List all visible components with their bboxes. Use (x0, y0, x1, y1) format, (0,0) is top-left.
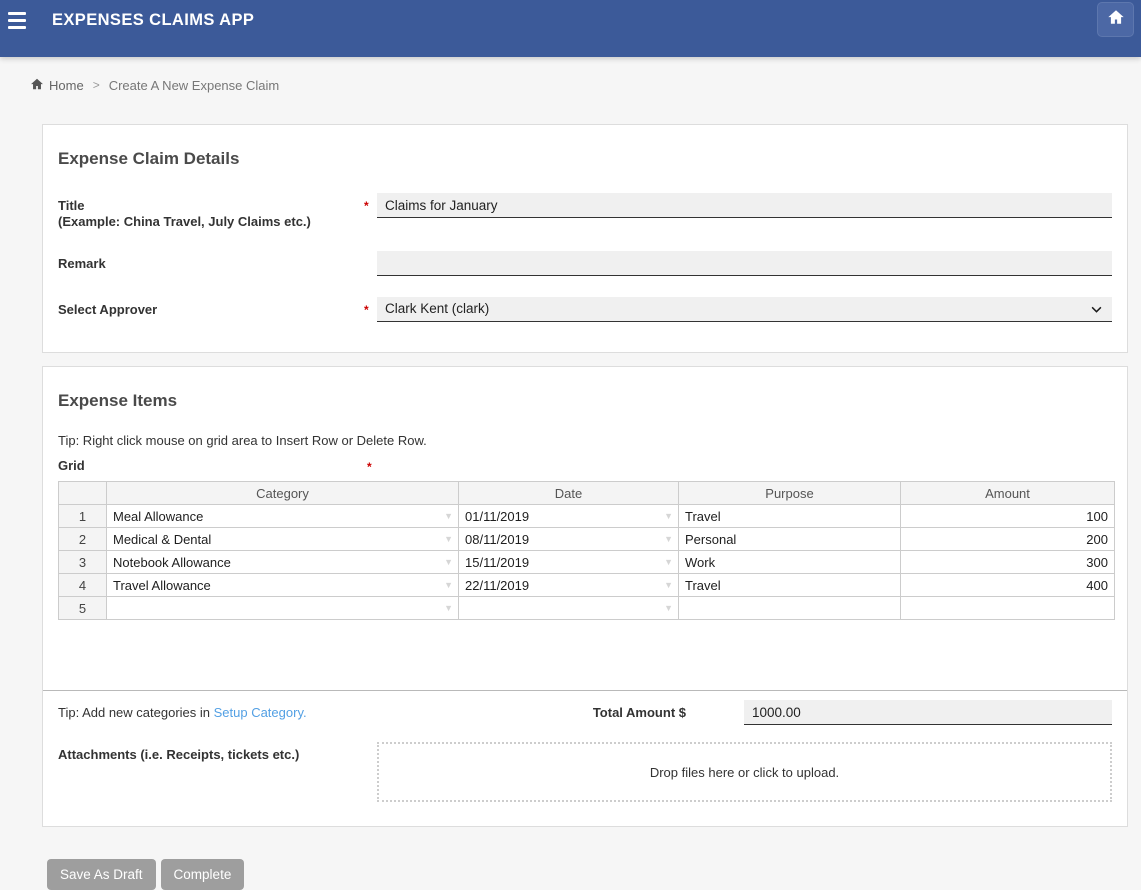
breadcrumb-current-page: Create A New Expense Claim (109, 78, 280, 93)
title-input[interactable] (377, 193, 1112, 218)
amount-cell[interactable]: 100 (901, 505, 1115, 528)
table-row: 4 Travel Allowance▼ 22/11/2019▼ Travel 4… (59, 574, 1115, 597)
remark-label: Remark (58, 251, 364, 272)
grid-header-purpose: Purpose (679, 482, 901, 505)
date-cell[interactable]: 08/11/2019▼ (459, 528, 679, 551)
breadcrumb-home-link[interactable]: Home (30, 77, 84, 94)
title-field-row: Title (Example: China Travel, July Claim… (58, 193, 1112, 230)
table-row: 5 ▼ ▼ (59, 597, 1115, 620)
purpose-cell[interactable]: Work (679, 551, 901, 574)
grid-header-date: Date (459, 482, 679, 505)
top-navbar: EXPENSES CLAIMS APP (0, 0, 1141, 57)
expense-items-card: Expense Items Tip: Right click mouse on … (42, 366, 1128, 827)
navbar-home-button[interactable] (1097, 2, 1134, 37)
category-cell[interactable]: Meal Allowance▼ (107, 505, 459, 528)
category-cell[interactable]: Travel Allowance▼ (107, 574, 459, 597)
breadcrumb-separator: > (93, 78, 100, 92)
row-number: 5 (59, 597, 107, 620)
category-cell[interactable]: ▼ (107, 597, 459, 620)
approver-label: Select Approver (58, 297, 364, 318)
grid-header-amount: Amount (901, 482, 1115, 505)
items-heading: Expense Items (58, 391, 1112, 411)
dropdown-arrow-icon: ▼ (444, 603, 453, 613)
table-row: 2 Medical & Dental▼ 08/11/2019▼ Personal… (59, 528, 1115, 551)
date-cell[interactable]: 22/11/2019▼ (459, 574, 679, 597)
date-cell[interactable]: 15/11/2019▼ (459, 551, 679, 574)
table-row: 3 Notebook Allowance▼ 15/11/2019▼ Work 3… (59, 551, 1115, 574)
row-number: 2 (59, 528, 107, 551)
grid-header-rownum (59, 482, 107, 505)
row-number: 1 (59, 505, 107, 528)
home-icon (1107, 8, 1125, 31)
amount-cell[interactable]: 200 (901, 528, 1115, 551)
table-row: 1 Meal Allowance▼ 01/11/2019▼ Travel 100 (59, 505, 1115, 528)
row-number: 4 (59, 574, 107, 597)
title-label: Title (Example: China Travel, July Claim… (58, 193, 364, 230)
purpose-cell[interactable] (679, 597, 901, 620)
dropdown-arrow-icon: ▼ (664, 511, 673, 521)
save-as-draft-button[interactable]: Save As Draft (47, 859, 156, 890)
setup-category-tip: Tip: Add new categories in Setup Categor… (58, 705, 593, 720)
date-cell[interactable]: 01/11/2019▼ (459, 505, 679, 528)
total-amount-input[interactable] (744, 700, 1112, 725)
approver-select[interactable]: Clark Kent (clark) (377, 297, 1112, 322)
grid-header-category: Category (107, 482, 459, 505)
amount-cell[interactable]: 300 (901, 551, 1115, 574)
amount-cell[interactable] (901, 597, 1115, 620)
file-upload-dropzone[interactable]: Drop files here or click to upload. (377, 742, 1112, 802)
approver-field-row: Select Approver * Clark Kent (clark) (58, 297, 1112, 322)
grid-tip-text: Tip: Right click mouse on grid area to I… (58, 433, 1112, 449)
attachments-label: Attachments (i.e. Receipts, tickets etc.… (58, 742, 377, 763)
hamburger-menu-icon[interactable] (6, 10, 28, 31)
breadcrumb-home-label: Home (49, 78, 84, 93)
action-buttons: Save As Draft Complete (47, 859, 1141, 890)
complete-button[interactable]: Complete (161, 859, 245, 890)
attachments-row: Attachments (i.e. Receipts, tickets etc.… (58, 742, 1112, 802)
required-marker: * (364, 297, 377, 317)
expense-items-grid: Category Date Purpose Amount 1 Meal Allo… (58, 481, 1115, 620)
purpose-cell[interactable]: Travel (679, 505, 901, 528)
home-icon (30, 77, 44, 94)
details-heading: Expense Claim Details (58, 149, 1112, 169)
dropdown-arrow-icon: ▼ (444, 534, 453, 544)
total-amount-label: Total Amount $ (593, 705, 686, 720)
dropdown-arrow-icon: ▼ (664, 580, 673, 590)
purpose-cell[interactable]: Personal (679, 528, 901, 551)
row-number: 3 (59, 551, 107, 574)
grid-label-row: Grid * (58, 458, 1112, 474)
category-cell[interactable]: Notebook Allowance▼ (107, 551, 459, 574)
grid-label: Grid (58, 458, 85, 473)
required-marker: * (364, 193, 377, 213)
category-cell[interactable]: Medical & Dental▼ (107, 528, 459, 551)
dropdown-arrow-icon: ▼ (664, 557, 673, 567)
approver-selected-value: Clark Kent (clark) (385, 301, 489, 316)
grid-header-row: Category Date Purpose Amount (59, 482, 1115, 505)
dropdown-arrow-icon: ▼ (444, 580, 453, 590)
setup-category-link[interactable]: Setup Category (214, 705, 303, 720)
required-marker: * (367, 459, 372, 475)
dropdown-arrow-icon: ▼ (664, 603, 673, 613)
purpose-cell[interactable]: Travel (679, 574, 901, 597)
items-footer-row: Tip: Add new categories in Setup Categor… (58, 691, 1112, 725)
remark-input[interactable] (377, 251, 1112, 276)
remark-field-row: Remark (58, 251, 1112, 276)
dropzone-text: Drop files here or click to upload. (650, 765, 839, 780)
amount-cell[interactable]: 400 (901, 574, 1115, 597)
dropdown-arrow-icon: ▼ (444, 511, 453, 521)
dropdown-arrow-icon: ▼ (664, 534, 673, 544)
date-cell[interactable]: ▼ (459, 597, 679, 620)
dropdown-arrow-icon: ▼ (444, 557, 453, 567)
breadcrumb: Home > Create A New Expense Claim (0, 57, 1141, 94)
app-title: EXPENSES CLAIMS APP (52, 11, 254, 30)
expense-claim-details-card: Expense Claim Details Title (Example: Ch… (42, 124, 1128, 353)
